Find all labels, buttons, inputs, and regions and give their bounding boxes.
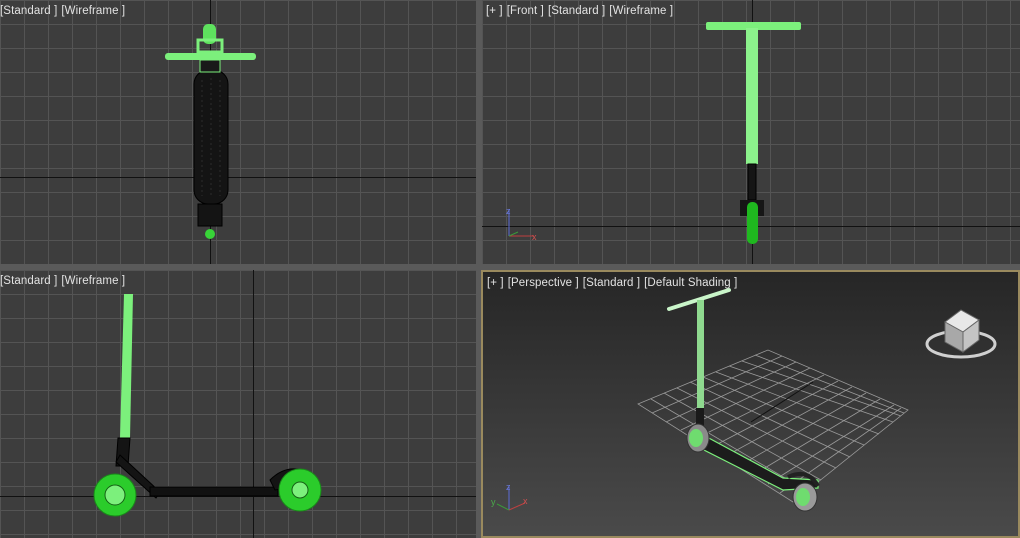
stem-shape xyxy=(746,28,758,164)
scooter-wireframe-top[interactable] xyxy=(0,0,476,264)
scene-perspective[interactable]: z x y xyxy=(483,272,1018,536)
label-shading-menu[interactable]: [Standard ] xyxy=(583,277,640,289)
stem-shape xyxy=(120,294,133,438)
label-shading-menu[interactable]: [Standard ] xyxy=(0,5,57,17)
label-display-mode[interactable]: [Wireframe ] xyxy=(61,275,125,287)
scooter-model xyxy=(667,288,820,512)
viewport-label-front[interactable]: [+ ] [Front ] [Standard ] [Wireframe ] xyxy=(486,5,677,17)
scooter-wireframe-front[interactable]: z x xyxy=(482,0,1020,264)
viewport-perspective[interactable]: [+ ] [Perspective ] [Standard ] [Default Sh… xyxy=(481,270,1020,538)
fork-shape xyxy=(747,163,757,201)
label-shading-menu[interactable]: [Standard ] xyxy=(548,5,605,17)
axis-label-x: x xyxy=(532,232,537,242)
axis-tripod-icon: z x y xyxy=(491,482,528,511)
neck-shape xyxy=(199,59,221,73)
front-hub-shape xyxy=(104,484,126,506)
label-view-menu[interactable]: [Front ] xyxy=(507,5,544,17)
label-display-mode[interactable]: [Default Shading ] xyxy=(644,277,737,289)
axis-label-z: z xyxy=(506,482,511,492)
rear-hub-shape xyxy=(291,481,309,499)
rear-wheel-shape xyxy=(205,229,215,239)
label-view-menu[interactable]: [Perspective ] xyxy=(508,277,579,289)
axis-tripod-icon: z x xyxy=(506,206,537,242)
viewport-label-left[interactable]: [Standard ] [Wireframe ] xyxy=(0,275,129,287)
wheel-shape xyxy=(747,202,758,244)
viewport-left[interactable]: [Standard ] [Wireframe ] xyxy=(0,270,476,538)
label-shading-menu[interactable]: [Standard ] xyxy=(0,275,57,287)
label-plus-menu[interactable]: [+ ] xyxy=(486,5,503,17)
handlebar-shape xyxy=(165,53,256,60)
viewport-top[interactable]: [Standard ] [Wireframe ] xyxy=(0,0,476,264)
axis-label-x: x xyxy=(523,496,528,506)
deck-shape xyxy=(149,486,279,497)
grid-axis-line xyxy=(750,381,814,423)
axis-label-z: z xyxy=(506,206,511,216)
rear-fender-shape xyxy=(197,203,223,227)
viewport-label-top[interactable]: [Standard ] [Wireframe ] xyxy=(0,5,129,17)
label-plus-menu[interactable]: [+ ] xyxy=(487,277,504,289)
label-display-mode[interactable]: [Wireframe ] xyxy=(609,5,673,17)
scooter-wireframe-left[interactable] xyxy=(0,270,476,538)
label-display-mode[interactable]: [Wireframe ] xyxy=(61,5,125,17)
viewport-label-perspective[interactable]: [+ ] [Perspective ] [Standard ] [Default Sh… xyxy=(487,277,741,289)
viewcube-icon[interactable] xyxy=(925,309,997,359)
viewport-front[interactable]: [+ ] [Front ] [Standard ] [Wireframe ] z x xyxy=(482,0,1020,264)
axis-label-y: y xyxy=(491,497,496,507)
